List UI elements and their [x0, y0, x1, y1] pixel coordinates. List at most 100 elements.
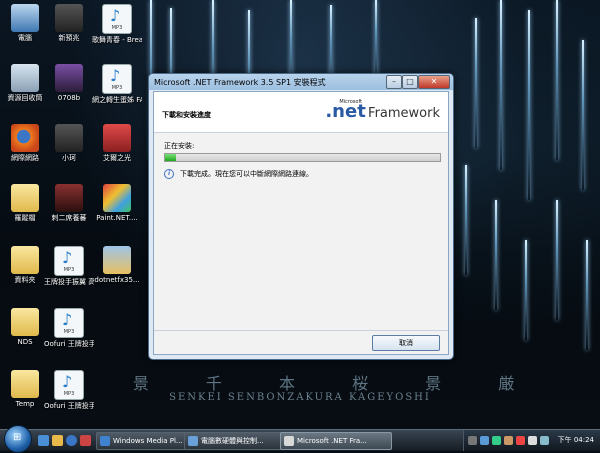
desktop-icon-computer[interactable]: 電腦 — [0, 4, 50, 42]
task-label: Microsoft .NET Fra... — [297, 437, 367, 445]
info-icon: i — [164, 169, 174, 179]
icon-label: Oofuri 王牌投手-高揚... — [44, 402, 94, 410]
switch-windows-icon[interactable] — [52, 435, 63, 446]
icon-label: 王牌投手振翼 高揚 - OP — [44, 278, 94, 286]
desktop-icon-mp3-1[interactable]: MP3 歌舞青春 - Breaking F... — [92, 4, 142, 44]
desktop-icon-recycle-bin[interactable]: 資源回收筒 — [0, 64, 50, 102]
show-desktop-icon[interactable] — [38, 435, 49, 446]
installer-dialog: Microsoft .NET Framework 3.5 SP1 安裝程式 – … — [148, 73, 454, 360]
dialog-body: 正在安裝: i 下載完成。現在您可以中斷網際網路連線。 取消 — [154, 133, 448, 354]
wallpaper-sword — [500, 0, 502, 170]
footer-divider — [154, 330, 448, 331]
folder-icon — [11, 246, 39, 274]
desktop-icon-paintnet[interactable]: Paint.NET.... — [92, 184, 142, 222]
tray-app-icon[interactable] — [504, 436, 513, 445]
icon-label: Oofuri 王牌投手-高揚... — [44, 340, 94, 348]
ie-icon[interactable] — [66, 435, 77, 446]
icon-label: 資料夾 — [14, 276, 36, 284]
update-icon[interactable] — [492, 436, 501, 445]
media-player-icon — [100, 436, 110, 446]
icon-label: 艾爾之光 — [103, 154, 131, 162]
desktop-icon-firefox[interactable]: 網際網路 — [0, 124, 50, 162]
minimize-button[interactable]: – — [386, 75, 402, 89]
control-panel-icon — [188, 436, 198, 446]
desktop-icon-dotnetfx[interactable]: dotnetfx35... — [92, 246, 142, 284]
desktop-icon-figure-2[interactable]: 小珂 — [44, 124, 94, 162]
icon-label: 網際網路 — [11, 154, 39, 162]
wallpaper-sword — [586, 240, 588, 350]
task-label: Windows Media Pl... — [113, 437, 183, 445]
security-icon[interactable] — [516, 436, 525, 445]
icon-label: 電腦 — [18, 34, 32, 42]
start-button[interactable]: ⊞ — [4, 425, 32, 453]
mp3-file-icon: MP3 — [102, 64, 132, 94]
desktop-icon-temp[interactable]: Temp — [0, 370, 50, 408]
wallpaper-sword — [475, 18, 477, 148]
image-file-icon — [55, 64, 83, 92]
header-title: 下載和安裝進度 — [162, 111, 211, 119]
network-icon[interactable] — [480, 436, 489, 445]
icon-label: 羅蹤檔 — [14, 214, 36, 222]
display-icon[interactable] — [540, 436, 549, 445]
progress-fill — [165, 154, 176, 161]
wallpaper-sword — [528, 10, 530, 200]
icon-label: 0708b — [57, 94, 81, 102]
desktop-icon-folder-2[interactable]: 資料夾 — [0, 246, 50, 284]
windows-logo-icon: ⊞ — [13, 432, 22, 443]
wallpaper-sword — [556, 200, 558, 320]
desktop-icon-figure-3[interactable]: 刺二席養蕃 — [44, 184, 94, 222]
status-row: i 下載完成。現在您可以中斷網際網路連線。 — [164, 169, 313, 179]
icon-label: 網之轉生蛋姊 FA-OP-YUI... — [92, 96, 142, 104]
desktop-icon-0708b[interactable]: 0708b — [44, 64, 94, 102]
logo-framework-text: Framework — [368, 106, 440, 121]
dialog-header: 下載和安裝進度 Microsoft .net Framework — [154, 92, 448, 133]
folder-icon — [11, 308, 39, 336]
install-label: 正在安裝: — [164, 142, 195, 150]
installer-window-icon — [284, 436, 294, 446]
mp3-file-icon: MP3 — [54, 308, 84, 338]
folder-icon — [11, 370, 39, 398]
logo-microsoft-text: Microsoft — [339, 99, 363, 105]
folder-icon — [11, 184, 39, 212]
task-windows-media-player[interactable]: Windows Media Pl... — [96, 432, 196, 450]
close-button[interactable]: ✕ — [418, 75, 450, 89]
clock: 下午 04:24 — [557, 436, 594, 444]
installer-icon — [103, 246, 131, 274]
volume-icon[interactable] — [528, 436, 537, 445]
task-dotnet-installer[interactable]: Microsoft .NET Fra... — [280, 432, 392, 450]
taskbar: ⊞ Windows Media Pl... 電腦數硬體與控制... Micros… — [0, 425, 600, 453]
desktop-icon-mp3-2[interactable]: MP3 網之轉生蛋姊 FA-OP-YUI... — [92, 64, 142, 104]
desktop-icon-figure-1[interactable]: 新預兆 — [44, 4, 94, 42]
icon-label: Temp — [15, 400, 35, 408]
dialog-title: Microsoft .NET Framework 3.5 SP1 安裝程式 — [154, 78, 326, 87]
maximize-button[interactable]: □ — [402, 75, 418, 89]
install-progress-bar — [164, 153, 441, 162]
figure-icon — [55, 184, 83, 212]
icon-label: NDS — [17, 338, 33, 346]
desktop-icon-mp3-3[interactable]: MP3 王牌投手振翼 高揚 - OP — [44, 246, 94, 286]
wallpaper-sword — [556, 0, 558, 160]
icon-label: 新預兆 — [58, 34, 80, 42]
task-control-panel[interactable]: 電腦數硬體與控制... — [184, 432, 290, 450]
dotnet-logo: Microsoft .net Framework — [325, 99, 440, 125]
icon-label: Paint.NET.... — [96, 214, 138, 222]
system-tray: 下午 04:24 — [463, 430, 600, 451]
desktop-icon-mp3-5[interactable]: MP3 Oofuri 王牌投手-高揚... — [44, 370, 94, 410]
desktop-icon-folder-1[interactable]: 羅蹤檔 — [0, 184, 50, 222]
desktop-icon-nds[interactable]: NDS — [0, 308, 50, 346]
status-text: 下載完成。現在您可以中斷網際網路連線。 — [180, 170, 313, 178]
dialog-content: 下載和安裝進度 Microsoft .net Framework 正在安裝: i… — [153, 91, 449, 355]
quick-launch-icon[interactable] — [80, 435, 91, 446]
wallpaper-sword — [495, 200, 497, 310]
dialog-titlebar[interactable]: Microsoft .NET Framework 3.5 SP1 安裝程式 – … — [149, 74, 453, 90]
icon-label: 資源回收筒 — [7, 94, 43, 102]
keyboard-icon[interactable] — [468, 436, 477, 445]
wallpaper-sword — [375, 0, 377, 80]
computer-icon — [11, 4, 39, 32]
desktop-icon-elsword[interactable]: 艾爾之光 — [92, 124, 142, 162]
desktop-icon-mp3-4[interactable]: MP3 Oofuri 王牌投手-高揚... — [44, 308, 94, 348]
cancel-button[interactable]: 取消 — [372, 335, 440, 351]
icon-label: dotnetfx35... — [94, 276, 140, 284]
icon-label: 歌舞青春 - Breaking F... — [92, 36, 142, 44]
wallpaper-sword — [582, 40, 584, 190]
